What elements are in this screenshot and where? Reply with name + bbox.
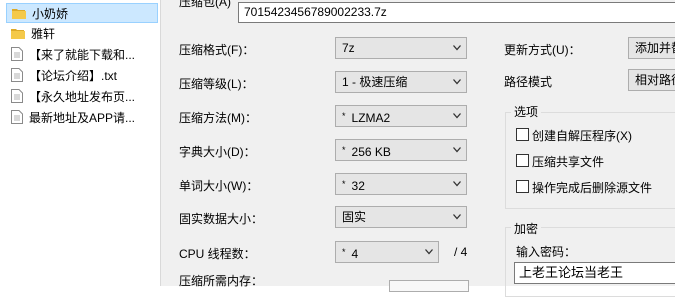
format-label: 压缩格式(F)： bbox=[179, 43, 255, 57]
memory-label: 压缩所需内存： bbox=[179, 274, 264, 288]
level-select[interactable]: 1 - 极速压缩 bbox=[335, 71, 467, 93]
chevron-down-icon bbox=[425, 249, 433, 255]
level-value: 1 - 极速压缩 bbox=[342, 75, 408, 89]
cpu-threads-label: CPU 线程数： bbox=[179, 247, 256, 261]
chevron-down-icon bbox=[453, 147, 461, 153]
word-size-value: 32 bbox=[351, 179, 365, 193]
folder-icon bbox=[11, 28, 25, 39]
chevron-down-icon bbox=[453, 181, 461, 187]
chevron-down-icon bbox=[453, 79, 461, 85]
list-item-file[interactable]: 【永久地址发布页... bbox=[6, 86, 158, 106]
archive-label: 压缩包(A) bbox=[179, 0, 231, 9]
create-sfx-label[interactable]: 创建自解压程序(X) bbox=[532, 127, 632, 144]
default-marker: * bbox=[342, 179, 346, 189]
text-file-icon bbox=[11, 110, 23, 124]
file-list-panel: 小奶娇 雅轩 【来了就能下载和... 【论坛介绍】.txt 【永久地址发布页..… bbox=[0, 0, 161, 286]
path-mode-select[interactable]: 相对路径 bbox=[628, 69, 675, 91]
folder-icon bbox=[12, 8, 26, 19]
list-item-file[interactable]: 【来了就能下载和... bbox=[6, 44, 158, 64]
update-mode-label: 更新方式(U)： bbox=[504, 43, 581, 57]
text-file-icon bbox=[11, 68, 23, 82]
default-marker: * bbox=[342, 247, 346, 257]
solid-size-value: 固实 bbox=[342, 210, 367, 224]
memory-value-box bbox=[389, 280, 469, 292]
shared-files-checkbox[interactable] bbox=[516, 154, 529, 167]
path-mode-label: 路径模式 bbox=[504, 75, 553, 89]
update-mode-select[interactable]: 添加并替 bbox=[628, 37, 675, 59]
list-item-label: 【论坛介绍】.txt bbox=[29, 68, 118, 83]
format-select[interactable]: 7z bbox=[335, 37, 467, 59]
method-label: 压缩方法(M)： bbox=[179, 111, 257, 125]
dict-size-select[interactable]: * 256 KB bbox=[335, 139, 467, 161]
cpu-threads-select[interactable]: * 4 bbox=[335, 241, 439, 263]
path-mode-value: 相对路径 bbox=[635, 73, 675, 87]
password-label: 输入密码： bbox=[516, 245, 577, 259]
level-label: 压缩等级(L)： bbox=[179, 77, 254, 91]
text-file-icon bbox=[11, 47, 23, 61]
add-to-archive-dialog: 压缩包(A) 7015423456789002233.7z 压缩格式(F)： 压… bbox=[161, 0, 675, 297]
solid-size-select[interactable]: 固实 bbox=[335, 206, 467, 228]
text-file-icon bbox=[11, 89, 23, 103]
delete-after-checkbox[interactable] bbox=[516, 180, 529, 193]
word-size-label: 单词大小(W)： bbox=[179, 179, 259, 193]
default-marker: * bbox=[342, 145, 346, 155]
list-item-folder[interactable]: 雅轩 bbox=[6, 23, 158, 43]
password-input[interactable]: 上老王论坛当老王 bbox=[514, 262, 675, 284]
dict-size-label: 字典大小(D)： bbox=[179, 145, 256, 159]
list-item-file[interactable]: 【论坛介绍】.txt bbox=[6, 65, 158, 85]
list-item-label: 雅轩 bbox=[31, 26, 56, 41]
encryption-title: 加密 bbox=[511, 220, 542, 237]
create-sfx-checkbox[interactable] bbox=[516, 128, 529, 141]
solid-size-label: 固实数据大小： bbox=[179, 212, 264, 226]
update-mode-value: 添加并替 bbox=[635, 41, 675, 55]
format-value: 7z bbox=[342, 41, 355, 55]
archive-name-input[interactable]: 7015423456789002233.7z bbox=[238, 2, 675, 23]
cpu-threads-value: 4 bbox=[351, 247, 359, 261]
chevron-down-icon bbox=[453, 214, 461, 220]
method-value: LZMA2 bbox=[351, 111, 391, 125]
default-marker: * bbox=[342, 111, 346, 121]
list-item-label: 【来了就能下载和... bbox=[29, 47, 136, 62]
list-item-label: 最新地址及APP请... bbox=[29, 110, 136, 125]
list-item-folder[interactable]: 小奶娇 bbox=[6, 3, 158, 23]
delete-after-label[interactable]: 操作完成后删除源文件 bbox=[532, 179, 652, 196]
options-title: 选项 bbox=[511, 103, 542, 120]
shared-files-label[interactable]: 压缩共享文件 bbox=[532, 153, 604, 170]
list-item-label: 小奶娇 bbox=[32, 6, 69, 21]
chevron-down-icon bbox=[453, 113, 461, 119]
list-item-label: 【永久地址发布页... bbox=[29, 89, 136, 104]
method-select[interactable]: * LZMA2 bbox=[335, 105, 467, 127]
chevron-down-icon bbox=[453, 45, 461, 51]
dict-size-value: 256 KB bbox=[351, 145, 391, 159]
cpu-threads-total: / 4 bbox=[454, 245, 468, 259]
word-size-select[interactable]: * 32 bbox=[335, 173, 467, 195]
list-item-file[interactable]: 最新地址及APP请... bbox=[6, 107, 158, 127]
